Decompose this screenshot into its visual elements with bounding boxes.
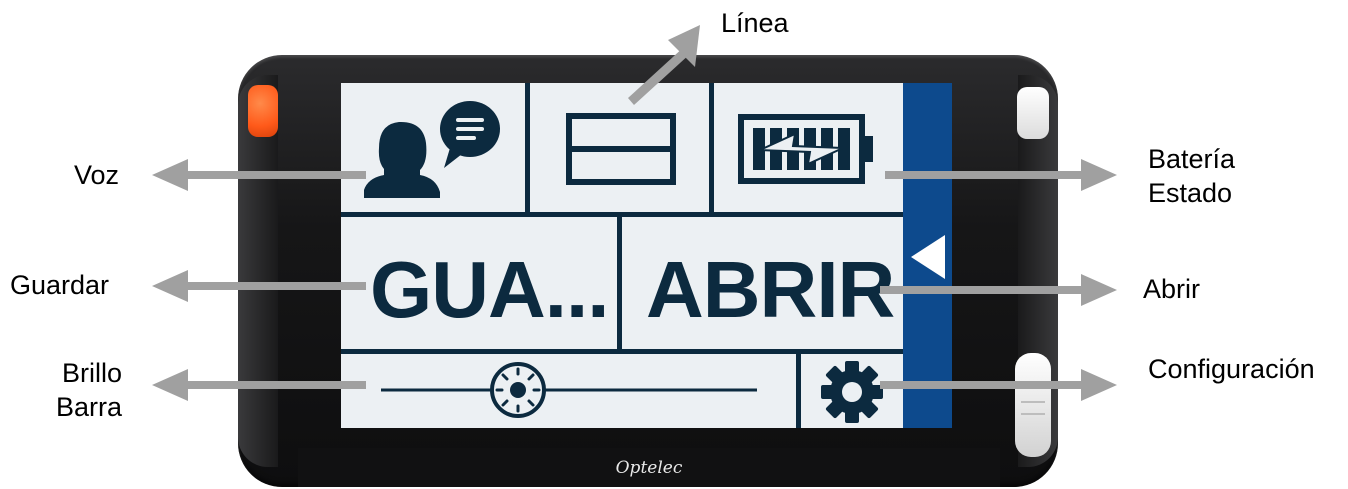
icon-layer bbox=[152, 25, 1117, 423]
battery-callout-line-2: Estado bbox=[1148, 178, 1233, 208]
save-callout-label: Guardar bbox=[10, 270, 110, 300]
line-mode-icon bbox=[566, 113, 676, 185]
gear-icon bbox=[821, 361, 883, 423]
battery-charging-icon bbox=[738, 114, 873, 184]
voice-callout-label: Voz bbox=[74, 160, 120, 190]
speaker-bubble-icon bbox=[364, 101, 500, 198]
line-callout-arrow bbox=[628, 25, 700, 105]
brightness-callout-line-1: Brillo bbox=[62, 358, 123, 388]
open-callout-arrow bbox=[880, 274, 1117, 306]
brightness-callout-label: Brillo Barra bbox=[56, 356, 122, 424]
battery-callout-line-1: Batería bbox=[1148, 144, 1236, 174]
brightness-sun-icon bbox=[381, 362, 757, 418]
open-callout-label: Abrir bbox=[1143, 274, 1201, 304]
settings-callout-label: Configuración bbox=[1148, 354, 1315, 384]
battery-callout-arrow bbox=[885, 159, 1117, 191]
battery-callout-label: Batería Estado bbox=[1148, 142, 1235, 210]
line-callout-label: Línea bbox=[721, 8, 789, 38]
save-callout-arrow bbox=[152, 270, 366, 302]
voice-callout-arrow bbox=[152, 159, 366, 191]
brightness-callout-arrow bbox=[152, 369, 366, 401]
settings-callout-arrow bbox=[880, 369, 1117, 401]
brightness-callout-line-2: Barra bbox=[56, 392, 123, 422]
